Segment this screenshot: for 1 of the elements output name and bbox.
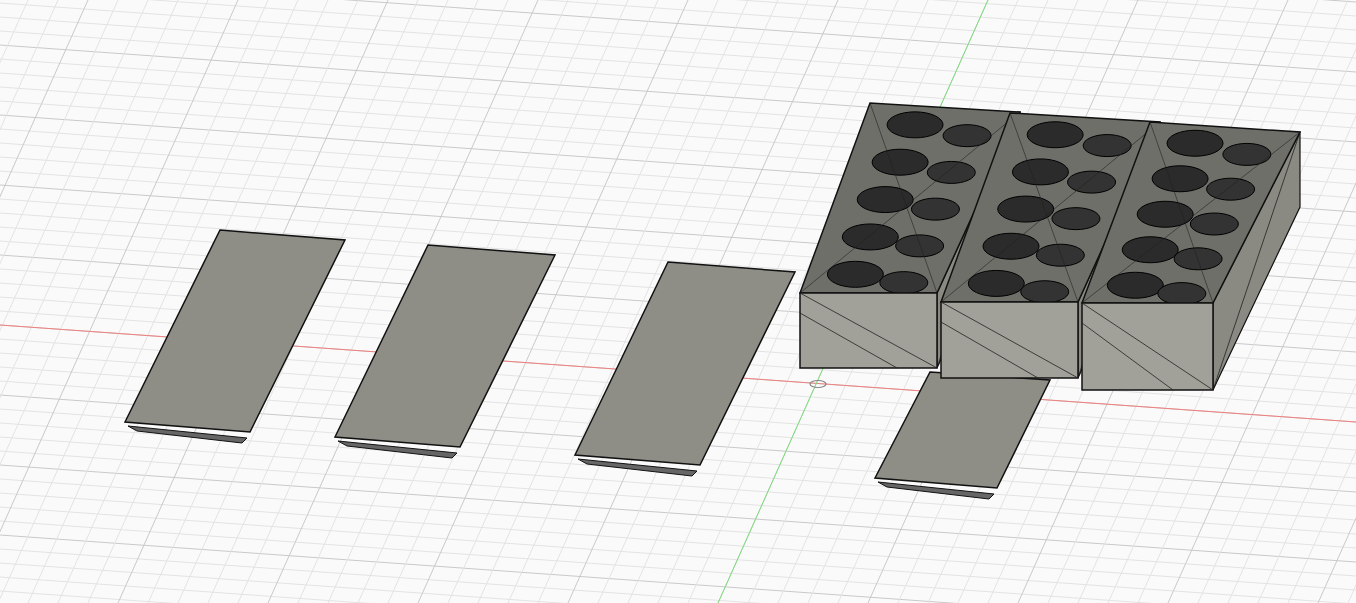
origin-icon [809, 379, 827, 389]
